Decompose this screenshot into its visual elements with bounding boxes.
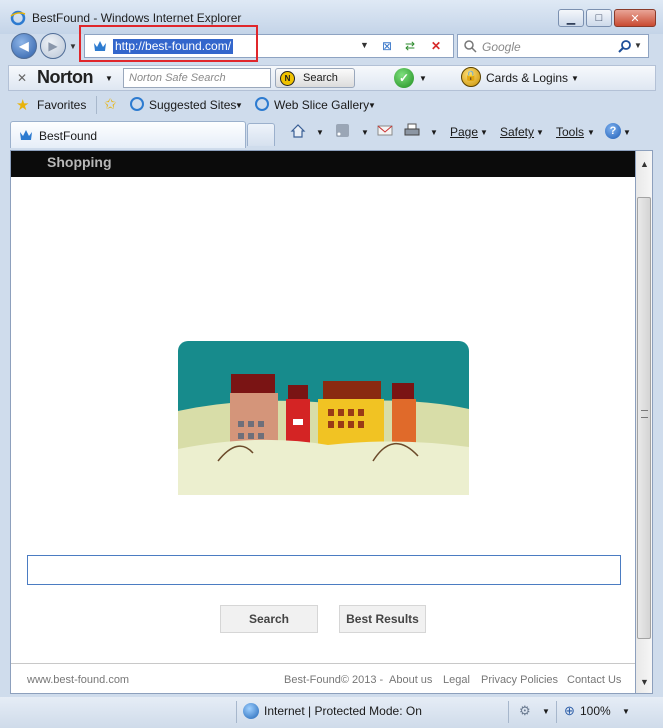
new-tab-button[interactable] (247, 123, 275, 146)
norton-search-placeholder: Norton Safe Search (129, 72, 226, 84)
compatibility-view-icon[interactable]: ⊠ (378, 38, 396, 54)
stop-icon[interactable]: ✕ (427, 38, 445, 54)
norton-menu-dropdown-icon[interactable]: ▼ (105, 74, 113, 83)
zoom-level[interactable]: 100% (580, 704, 611, 718)
shopping-nav-link[interactable]: Shopping (47, 154, 112, 170)
tab-bestfound[interactable]: BestFound (10, 121, 246, 148)
address-dropdown-icon[interactable]: ▼ (360, 40, 369, 50)
tab-title: BestFound (39, 129, 98, 143)
footer-link-privacy[interactable]: Privacy Policies (481, 674, 558, 686)
search-provider-icon (464, 40, 477, 53)
page-dropdown-icon[interactable]: ▼ (480, 128, 488, 137)
divider (236, 701, 237, 723)
vertical-scrollbar[interactable]: ▲ ▼ (636, 150, 653, 694)
zoom-dropdown-icon[interactable]: ▼ (622, 707, 630, 716)
suggested-sites-dropdown-icon[interactable]: ▼ (235, 101, 243, 110)
window-controls: ▁ □ ✕ (558, 9, 656, 27)
divider (96, 96, 97, 114)
help-dropdown-icon[interactable]: ▼ (623, 128, 631, 137)
cards-logins-dropdown-icon[interactable]: ▼ (571, 74, 579, 83)
back-button[interactable]: ◀ (11, 33, 37, 59)
norton-search-input[interactable]: Norton Safe Search (123, 68, 271, 88)
footer-site-name: www.best-found.com (27, 674, 130, 686)
favorites-button[interactable]: Favorites (37, 98, 86, 112)
read-mail-icon[interactable] (377, 123, 393, 138)
tab-row: BestFound ▼ ▼ ▼ Page ▼ Safety ▼ Tools ▼ … (0, 118, 663, 148)
footer-link-legal[interactable]: Legal (443, 674, 470, 686)
maximize-button[interactable]: □ (586, 9, 612, 27)
protected-mode-dropdown-icon[interactable]: ▼ (542, 707, 550, 716)
footer-link-contact[interactable]: Contact Us (567, 674, 621, 686)
scroll-up-icon[interactable]: ▲ (640, 159, 649, 169)
footer-copyright: Best-Found© 2013 - (284, 674, 384, 686)
search-options-dropdown-icon[interactable]: ▼ (634, 41, 642, 50)
feeds-dropdown-icon[interactable]: ▼ (361, 128, 369, 137)
main-search-input[interactable] (27, 555, 621, 585)
norton-logo[interactable]: Norton (37, 67, 93, 88)
back-arrow-icon: ◀ (19, 39, 29, 53)
norton-search-icon: N (280, 71, 295, 86)
norton-toolbar: ✕ Norton ▼ Norton Safe Search N Search ✓… (8, 65, 656, 91)
forward-button[interactable]: ▶ (40, 33, 66, 59)
search-icon[interactable] (618, 39, 632, 53)
forward-arrow-icon: ▶ (48, 39, 58, 53)
favorites-bar: ★ Favorites ✩ Suggested Sites ▼ Web Slic… (0, 92, 663, 118)
safety-dropdown-icon[interactable]: ▼ (536, 128, 544, 137)
divider (508, 701, 509, 723)
safe-web-dropdown-icon[interactable]: ▼ (419, 74, 427, 83)
url-highlight-annotation (79, 25, 258, 62)
footer-divider (11, 663, 635, 664)
home-icon[interactable] (290, 123, 306, 138)
print-dropdown-icon[interactable]: ▼ (430, 128, 438, 137)
add-to-favorites-icon[interactable]: ✩ (104, 95, 117, 113)
internet-explorer-icon (10, 10, 26, 26)
safe-web-check-icon[interactable]: ✓ (394, 68, 414, 88)
divider (556, 701, 557, 723)
web-slice-gallery-dropdown-icon[interactable]: ▼ (368, 101, 376, 110)
internet-zone-globe-icon (243, 703, 259, 719)
page-content: Shopping Search Best Results www.best-fo… (10, 150, 636, 694)
zoom-icon[interactable]: ⊕ (564, 703, 575, 719)
print-icon[interactable] (404, 123, 420, 138)
protected-mode-icon[interactable]: ⚙ (519, 703, 531, 719)
search-box[interactable]: Google ▼ (457, 34, 649, 58)
minimize-button[interactable]: ▁ (558, 9, 584, 27)
footer-link-about[interactable]: About us (389, 674, 432, 686)
crown-favicon-icon (20, 130, 32, 140)
tools-menu[interactable]: Tools (556, 125, 584, 139)
site-nav-bar: Shopping (11, 151, 635, 177)
safety-menu[interactable]: Safety (500, 125, 534, 139)
status-bar: Internet | Protected Mode: On ⚙ ▼ ⊕ 100%… (0, 697, 663, 728)
window-title: BestFound - Windows Internet Explorer (32, 11, 242, 25)
suggested-sites-link[interactable]: Suggested Sites (149, 98, 236, 112)
search-button[interactable]: Search (220, 605, 318, 633)
feeds-icon[interactable] (335, 123, 351, 138)
ie-page-icon (255, 97, 269, 111)
best-results-button[interactable]: Best Results (339, 605, 426, 633)
search-placeholder: Google (482, 40, 521, 54)
favorites-star-icon[interactable]: ★ (16, 96, 29, 114)
identity-safe-lock-icon[interactable]: 🔒 (461, 67, 481, 87)
norton-search-label: Search (303, 72, 338, 84)
scroll-thumb[interactable] (637, 197, 651, 639)
tools-dropdown-icon[interactable]: ▼ (587, 128, 595, 137)
close-window-button[interactable]: ✕ (614, 9, 656, 27)
page-menu[interactable]: Page (450, 125, 478, 139)
close-toolbar-icon[interactable]: ✕ (17, 71, 27, 85)
cards-logins-button[interactable]: Cards & Logins (486, 71, 568, 85)
scroll-down-icon[interactable]: ▼ (640, 677, 649, 687)
web-slice-gallery-link[interactable]: Web Slice Gallery (274, 98, 369, 112)
security-zone-text[interactable]: Internet | Protected Mode: On (264, 704, 422, 718)
grip-icon (641, 410, 648, 418)
help-icon[interactable]: ? (605, 123, 621, 139)
norton-search-button[interactable]: N Search (275, 68, 355, 88)
refresh-icon[interactable]: ⇄ (401, 38, 419, 54)
recent-pages-dropdown[interactable]: ▼ (69, 42, 77, 51)
village-illustration (178, 341, 469, 495)
home-dropdown-icon[interactable]: ▼ (316, 128, 324, 137)
ie-page-icon (130, 97, 144, 111)
